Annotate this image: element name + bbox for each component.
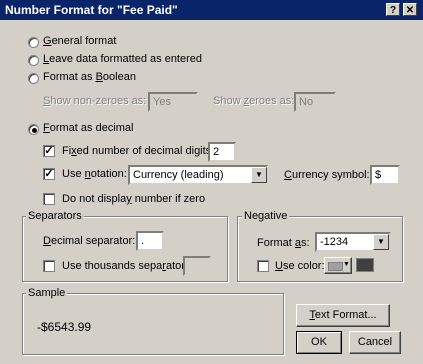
currency-symbol-field[interactable]: $ (370, 165, 400, 185)
leave-format-label: Leave data formatted as entered (43, 53, 203, 65)
radio-decimal-format[interactable] (28, 124, 39, 135)
title-bar[interactable]: Number Format for "Fee Paid" ? ✕ (0, 0, 423, 20)
show-nonzeroes-label: Show non-zeroes as: (43, 95, 147, 107)
decimal-separator-field[interactable]: . (136, 231, 164, 251)
show-nonzeroes-field[interactable]: Yes (148, 92, 198, 112)
negative-format-label: Format as: (257, 237, 310, 249)
show-zeroes-field[interactable]: No (294, 92, 336, 112)
show-zeroes-label: Show zeroes as: (213, 95, 295, 107)
decimal-separator-label: Decimal separator: (43, 235, 136, 247)
use-notation-checkbox[interactable]: ✓ (43, 168, 55, 180)
chevron-down-icon: ▼ (343, 261, 350, 268)
notation-value: Currency (leading) (133, 169, 224, 181)
color-picker-button[interactable]: ▼ (324, 257, 352, 274)
negative-format-value: -1234 (320, 236, 349, 248)
radio-leave-format[interactable] (28, 55, 39, 66)
radio-boolean-format[interactable] (28, 73, 39, 84)
ok-button[interactable]: OK (296, 331, 342, 354)
decimal-format-label: Format as decimal (43, 122, 134, 134)
chevron-down-icon[interactable]: ▼ (251, 167, 267, 183)
color-preview-icon (328, 262, 343, 271)
sample-value: -$6543.99 (37, 320, 92, 334)
thousands-field[interactable] (183, 256, 211, 276)
use-color-label: Use color: (275, 260, 325, 272)
color-swatch[interactable] (356, 258, 374, 272)
thousands-checkbox[interactable] (43, 260, 55, 272)
notation-select[interactable]: Currency (leading) (128, 165, 268, 185)
no-zero-label: Do not display number if zero (62, 193, 206, 205)
close-button[interactable]: ✕ (403, 3, 417, 16)
fixed-digits-field[interactable]: 2 (208, 142, 236, 162)
fixed-digits-checkbox[interactable]: ✓ (43, 145, 55, 157)
general-format-label: General format (43, 35, 117, 47)
thousands-label: Use thousands separator: (62, 260, 188, 272)
separators-title: Separators (26, 210, 84, 222)
no-zero-checkbox[interactable] (43, 193, 55, 205)
chevron-down-icon[interactable]: ▼ (373, 234, 389, 250)
sample-title: Sample (26, 287, 68, 299)
use-color-checkbox[interactable] (257, 260, 269, 272)
fixed-digits-label: Fixed number of decimal digits: (62, 145, 215, 157)
radio-selected-dot (32, 128, 37, 133)
cancel-button[interactable]: Cancel (349, 331, 401, 354)
text-format-button[interactable]: Text Format... (296, 304, 390, 327)
help-button[interactable]: ? (386, 3, 400, 16)
window-title: Number Format for "Fee Paid" (5, 3, 178, 17)
currency-symbol-label: Currency symbol: (284, 169, 370, 181)
negative-title: Negative (242, 210, 290, 222)
use-notation-label: Use notation: (62, 168, 127, 180)
radio-general-format[interactable] (28, 37, 39, 48)
boolean-format-label: Format as Boolean (43, 71, 136, 83)
